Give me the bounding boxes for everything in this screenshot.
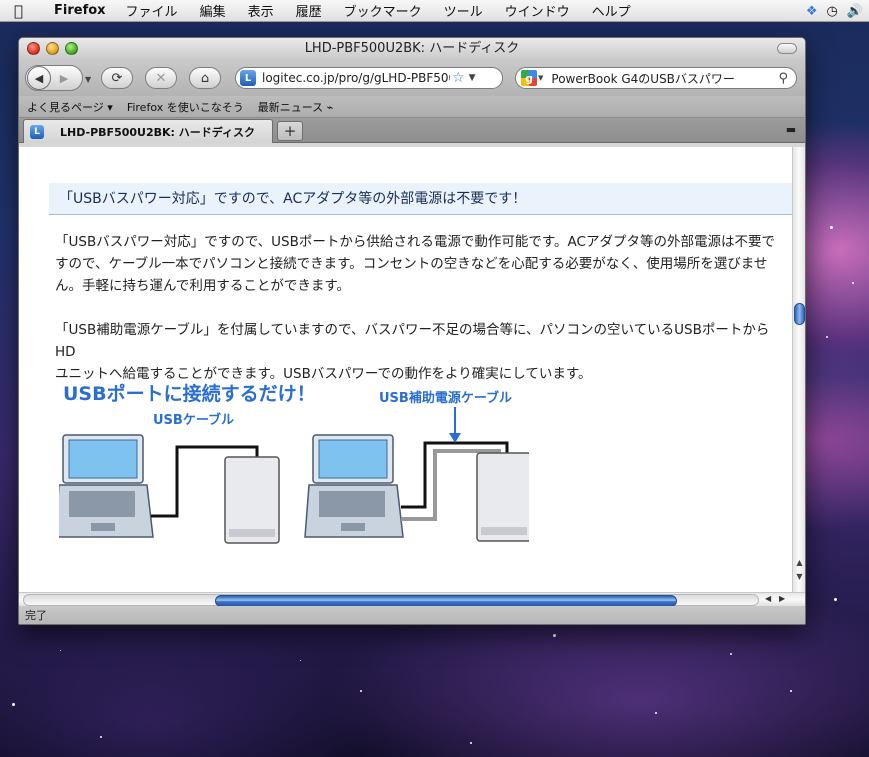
toolbar-toggle-button[interactable] (777, 43, 797, 54)
section-heading: 「USBバスパワー対応」ですので、ACアダプタ等の外部電源は不要です！ (49, 183, 793, 215)
tab-favicon-icon: L (30, 124, 44, 139)
home-button[interactable]: ⌂ (189, 67, 221, 89)
scroll-down-arrow-icon[interactable]: ▼ (794, 571, 805, 583)
back-button[interactable]: ◀ (27, 66, 51, 90)
menu-tools[interactable]: ツール (444, 1, 483, 20)
stop-icon: ✕ (155, 70, 167, 86)
status-bar: 完了 (19, 606, 805, 624)
reload-button[interactable]: ⟳ (101, 67, 133, 89)
vertical-scroll-thumb[interactable] (794, 303, 805, 325)
scroll-up-arrow-icon[interactable]: ▲ (794, 557, 805, 569)
volume-icon[interactable]: 🔊 (847, 4, 863, 19)
search-engine-icon[interactable]: g (521, 70, 537, 86)
laptop-left-icon (59, 434, 154, 538)
paragraph-aux-cable: 「USB補助電源ケーブル」を付属していますので、バスパワー不足の場合等に、パソコ… (55, 319, 785, 385)
menu-window[interactable]: ウインドウ (505, 1, 570, 20)
paragraph-line: すので、ケーブル一本でパソコンと接続できます。コンセントの空きなどを心配する必要… (55, 256, 768, 272)
url-dropdown-icon[interactable]: ▼ (469, 73, 476, 83)
tab-list-icon[interactable]: ▬ (783, 123, 799, 137)
forward-arrow-icon: ▶ (59, 71, 69, 85)
bookmark-latest-news[interactable]: 最新ニュース ⌁ (258, 99, 334, 115)
title-bar: LHD-PBF500U2BK: ハードディスク (19, 38, 805, 60)
menu-bookmarks[interactable]: ブックマーク (344, 1, 422, 20)
connection-diagram: USBポートに接続するだけ！ USBケーブル USB補助電源ケーブル (59, 379, 529, 549)
horizontal-scrollbar[interactable]: ◀ ▶ (19, 592, 805, 607)
url-bar[interactable]: L logitec.co.jp/pro/g/gLHD-PBF500U2BK/ ☆… (235, 67, 503, 89)
menu-help[interactable]: ヘルプ (592, 1, 631, 20)
site-favicon-icon: L (240, 70, 256, 86)
page-content: 「USBバスパワー対応」ですので、ACアダプタ等の外部電源は不要です！ 「USB… (19, 147, 794, 592)
scroll-left-arrow-icon[interactable]: ◀ (765, 594, 771, 603)
hard-drive-right-icon (476, 452, 529, 542)
bookmark-most-visited[interactable]: よく見るページ ▾ (27, 99, 113, 115)
tab-active[interactable]: L LHD-PBF500U2BK: ハードディスク (23, 119, 273, 143)
search-engine-dropdown-icon[interactable]: ▼ (538, 74, 543, 82)
scroll-right-arrow-icon[interactable]: ▶ (779, 594, 785, 603)
paragraph-line: 「USB補助電源ケーブル」を付属していますので、バスパワー不足の場合等に、パソコ… (55, 322, 770, 360)
minimize-window-button[interactable] (46, 42, 59, 55)
menu-bar:  Firefox ファイル 編集 表示 履歴 ブックマーク ツール ウインドウ… (0, 0, 869, 22)
search-input[interactable]: PowerBook G4のUSBバスパワー (551, 70, 778, 87)
reload-icon: ⟳ (111, 70, 123, 86)
history-dropdown-icon[interactable]: ▼ (85, 75, 91, 84)
home-icon: ⌂ (200, 70, 210, 86)
app-menu[interactable]: Firefox (54, 3, 106, 18)
diagram-illustration (59, 407, 529, 544)
bookmark-star-icon[interactable]: ☆ (452, 70, 465, 86)
zoom-window-button[interactable] (65, 42, 78, 55)
menu-view[interactable]: 表示 (248, 1, 274, 20)
hard-drive-left-icon (224, 456, 280, 544)
bookmarks-toolbar: よく見るページ ▾ Firefox を使いこなそう 最新ニュース ⌁ (19, 96, 805, 118)
paragraph-line: ん。手軽に持ち運んで利用することができます。 (55, 278, 350, 294)
bookmark-getting-started[interactable]: Firefox を使いこなそう (127, 99, 244, 115)
back-forward-group: ◀ ▶ (25, 65, 83, 91)
paragraph-line: 「USBバスパワー対応」ですので、USBポートから供給される電源で動作可能です。… (55, 234, 775, 250)
tab-label: LHD-PBF500U2BK: ハードディスク (60, 125, 255, 139)
close-window-button[interactable] (27, 42, 40, 55)
laptop-right-icon (304, 434, 404, 538)
status-text: 完了 (25, 609, 47, 622)
back-arrow-icon: ◀ (34, 71, 44, 85)
tab-bar: L LHD-PBF500U2BK: ハードディスク + ▬ (19, 118, 805, 143)
apple-menu-icon[interactable]:  (14, 2, 34, 20)
menu-history[interactable]: 履歴 (296, 1, 322, 20)
dropbox-icon[interactable]: ❖ (806, 4, 818, 19)
new-tab-button[interactable]: + (277, 121, 303, 141)
time-machine-icon[interactable]: ◷ (826, 4, 837, 19)
window-title: LHD-PBF500U2BK: ハードディスク (304, 41, 520, 56)
paragraph-bus-power: 「USBバスパワー対応」ですので、USBポートから供給される電源で動作可能です。… (55, 231, 785, 297)
menu-edit[interactable]: 編集 (200, 1, 226, 20)
search-bar[interactable]: g ▼ PowerBook G4のUSBバスパワー ⚲ (515, 67, 797, 89)
browser-window: LHD-PBF500U2BK: ハードディスク ◀ ▶ ▼ ⟳ ✕ ⌂ L lo… (18, 37, 806, 625)
forward-button[interactable]: ▶ (51, 72, 77, 85)
navigation-toolbar: ◀ ▶ ▼ ⟳ ✕ ⌂ L logitec.co.jp/pro/g/gLHD-P… (19, 60, 805, 96)
url-text[interactable]: logitec.co.jp/pro/g/gLHD-PBF500U2BK/ (262, 71, 450, 85)
search-icon[interactable]: ⚲ (778, 71, 788, 86)
menu-file[interactable]: ファイル (126, 1, 178, 20)
stop-button[interactable]: ✕ (145, 67, 177, 89)
vertical-scrollbar[interactable]: ▲ ▼ (792, 147, 805, 592)
horizontal-scroll-track[interactable] (23, 594, 759, 607)
